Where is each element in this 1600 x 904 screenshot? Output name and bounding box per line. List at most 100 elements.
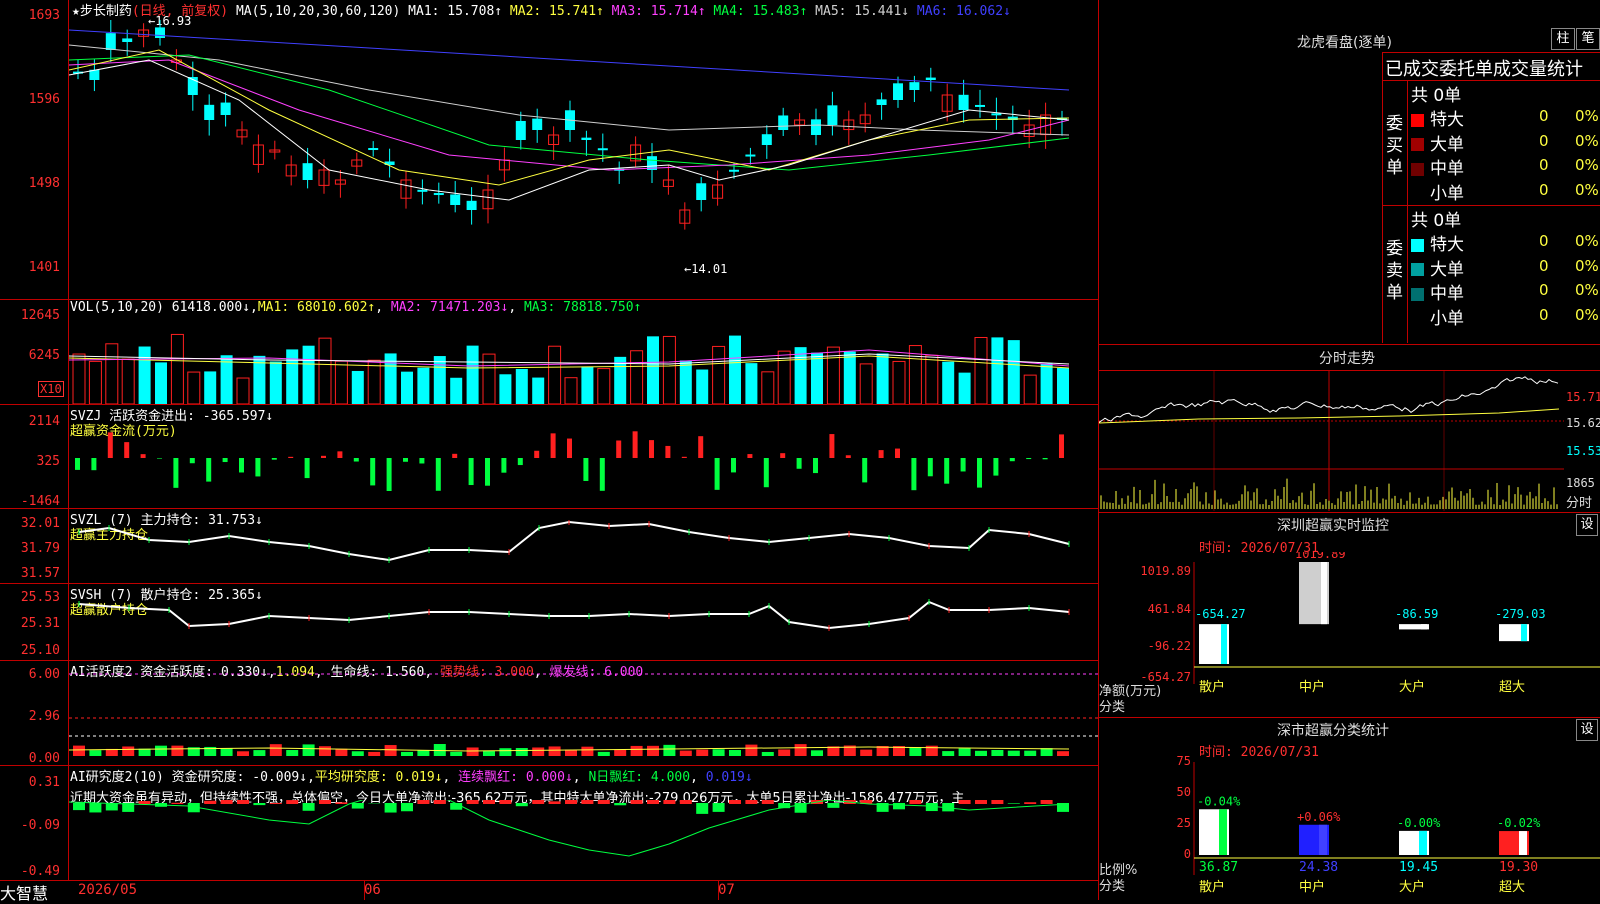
research-bar xyxy=(319,800,331,804)
svzj-bar xyxy=(567,439,572,458)
classify-value-label: 24.38 xyxy=(1299,860,1338,875)
vol-bar xyxy=(647,336,659,404)
vol-bar xyxy=(483,354,495,404)
dragon-panel: 龙虎看盘(逐单) 柱 笔 已成交委托单成交量统计 委买单 委卖单 共 0单 特大… xyxy=(1099,0,1600,342)
vol-bar xyxy=(89,361,101,404)
candle-body xyxy=(598,148,608,150)
svzj-bar xyxy=(452,454,457,458)
buy-color-swatch xyxy=(1411,163,1424,176)
vol-bar xyxy=(352,371,364,404)
active-bar xyxy=(942,751,954,756)
main-chart-area[interactable]: ★步长制药(日线, 前复权) MA(5,10,20,30,60,120) MA1… xyxy=(0,0,1100,900)
active-bar xyxy=(303,744,315,756)
intraday-panel[interactable]: 分时走势 15.71 15.62 15.53 1865 分时 xyxy=(1099,344,1600,514)
svzj-bar xyxy=(633,431,638,458)
research-bar xyxy=(614,803,626,805)
research-bar xyxy=(106,803,118,810)
pen-mode-button[interactable]: 笔 xyxy=(1576,28,1600,50)
svzj-bar xyxy=(993,458,998,476)
ma6-value: MA6: 16.062↓ xyxy=(917,4,1011,19)
vol-bar xyxy=(975,337,987,404)
buy-row: 中单00% xyxy=(1411,154,1600,178)
sell-row: 特大00% xyxy=(1411,230,1600,254)
active-bar xyxy=(1057,751,1069,756)
research-bar xyxy=(581,800,593,804)
classify-settings-button[interactable]: 设 xyxy=(1576,719,1598,741)
sell-type: 中单 xyxy=(1430,284,1464,304)
monitor-title: 深圳超赢实时监控 xyxy=(1277,515,1389,535)
buy-pct: 0% xyxy=(1575,107,1599,125)
vol-bar xyxy=(680,360,692,404)
active-bar xyxy=(1024,751,1036,756)
vol-bar xyxy=(450,378,462,404)
vol-bar xyxy=(778,351,790,404)
vol-bar xyxy=(270,361,282,404)
svzj-bar xyxy=(649,440,654,458)
sell-color-swatch xyxy=(1411,239,1424,252)
stats-title: 已成交委托单成交量统计 xyxy=(1385,55,1583,81)
research-bar xyxy=(204,801,216,804)
active-bar xyxy=(795,744,807,756)
research-bar xyxy=(680,800,692,804)
candle-body xyxy=(991,113,1001,115)
active-bar xyxy=(1008,751,1020,756)
vol-bar xyxy=(811,353,823,404)
vol-bar xyxy=(417,368,429,404)
bar-mode-button[interactable]: 柱 xyxy=(1551,28,1575,50)
svzj-bar xyxy=(977,458,982,488)
active-bar xyxy=(680,751,692,756)
ma2-value: MA2: 15.741↑ xyxy=(510,4,604,19)
svzj-bar xyxy=(436,458,441,491)
research-bar xyxy=(893,803,905,809)
research-bar xyxy=(827,803,839,808)
monitor-settings-button[interactable]: 设 xyxy=(1576,514,1598,536)
classify-category-label: 中户 xyxy=(1299,879,1325,895)
buy-pct: 0% xyxy=(1575,132,1599,150)
research-bar xyxy=(253,803,265,805)
research-bar xyxy=(516,803,528,806)
monitor-category-label: 超大 xyxy=(1499,680,1525,695)
svzj-bar xyxy=(944,458,949,484)
research-bar xyxy=(221,800,233,804)
buy-total: 共 0单 xyxy=(1411,81,1461,106)
candle-body xyxy=(467,201,477,210)
candle-body xyxy=(303,163,313,180)
ai-active-chart xyxy=(69,664,1098,764)
active-bar xyxy=(581,747,593,756)
sell-color-swatch xyxy=(1411,263,1424,276)
classify-bar-edge xyxy=(1419,831,1427,855)
svzj-bar xyxy=(1010,458,1015,461)
svzj-tick: 325 xyxy=(0,454,60,469)
intraday-vol-tick: 1865 xyxy=(1566,476,1595,490)
vol-bar xyxy=(516,369,528,404)
vol-bar xyxy=(696,370,708,404)
date-label: 07 xyxy=(718,882,735,898)
research-bar xyxy=(401,803,413,811)
active-bar xyxy=(598,752,610,756)
active-bar xyxy=(385,745,397,756)
svzj-bar xyxy=(1026,458,1031,459)
active-bar xyxy=(549,746,561,756)
active-bar xyxy=(221,748,233,756)
candle-body xyxy=(729,170,739,172)
vol-bar xyxy=(762,372,774,404)
vol-title: VOL(5,10,20) xyxy=(70,300,164,315)
ai-research-tick: -0.49 xyxy=(0,864,60,879)
svzj-bar xyxy=(780,453,785,458)
candle-body xyxy=(106,33,116,50)
vol-bar xyxy=(532,378,544,404)
active-bar xyxy=(762,752,774,756)
research-bar xyxy=(352,803,364,809)
vol-tick: 6245 xyxy=(0,348,60,363)
monitor-category-label: 中户 xyxy=(1299,679,1325,695)
vol-bar xyxy=(467,346,479,404)
active-bar xyxy=(729,750,741,756)
research-bar xyxy=(73,803,85,810)
vol-ma-line xyxy=(69,356,1069,368)
svzj-bar xyxy=(665,446,670,458)
vol-bar xyxy=(204,371,216,404)
vol-bar xyxy=(860,364,872,404)
vol-bar xyxy=(581,366,593,404)
svzj-bar xyxy=(829,434,834,458)
active-bar xyxy=(270,744,282,756)
